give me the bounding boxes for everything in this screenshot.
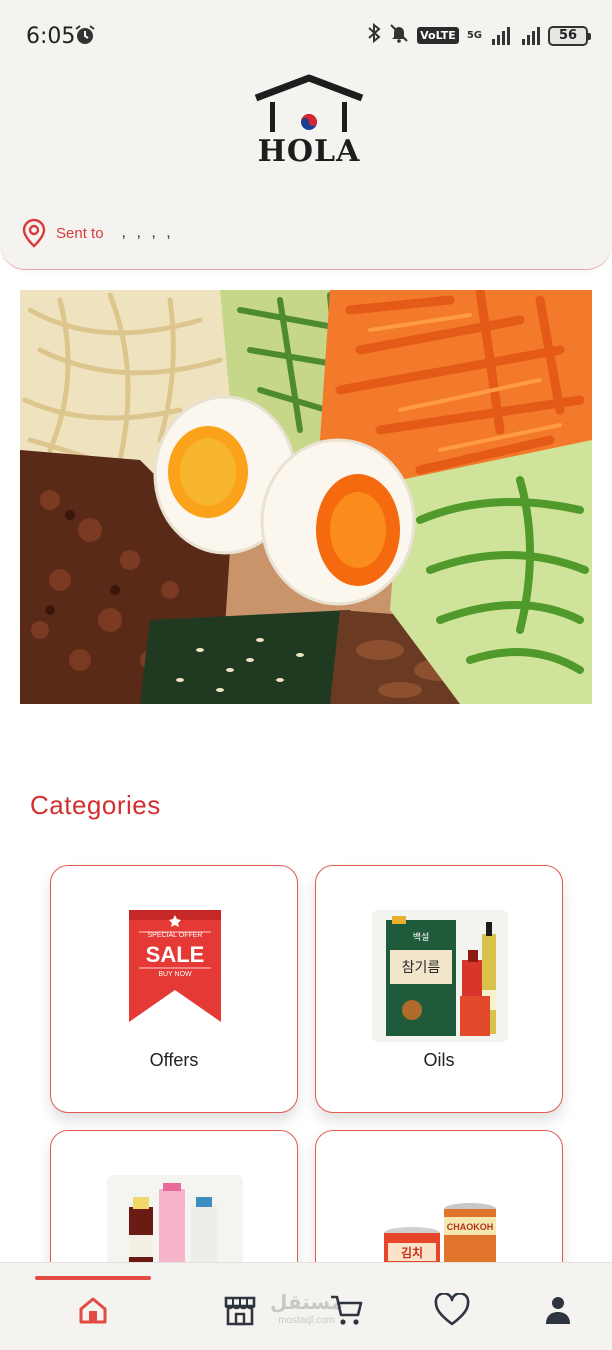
signal-2-icon: [522, 26, 540, 45]
brand-name: HOLA: [257, 134, 361, 169]
battery-icon: 56: [548, 25, 591, 46]
oil-bottles-image: 백설 참기름: [372, 910, 508, 1042]
hero-banner-image[interactable]: [20, 290, 592, 704]
delivery-location[interactable]: Sent to , , , ,: [22, 218, 174, 248]
alarm-icon: [74, 24, 96, 51]
app-screen: 6:05 VoLTE 5G 56 HOLA Sent to , , , , Ca…: [0, 0, 612, 1350]
user-icon: [546, 1297, 570, 1324]
sent-to-label: Sent to: [56, 224, 104, 242]
nav-cart[interactable]: [327, 1290, 367, 1330]
home-icon: [79, 1297, 107, 1324]
status-time: 6:05: [26, 24, 76, 49]
location-pin-icon: [22, 218, 46, 248]
category-label-offers: Offers: [149, 1050, 199, 1070]
oil-label-line2: 참기름: [402, 960, 441, 976]
offer-main-text: SALE: [146, 942, 205, 967]
offer-top-text: SPECIAL OFFER: [148, 932, 203, 939]
can-brand-text: CHAOKOH: [447, 1222, 494, 1232]
nav-profile[interactable]: [538, 1290, 578, 1330]
signal-1-icon: [492, 26, 510, 45]
battery-level: 56: [558, 28, 578, 43]
heart-icon: [434, 1293, 470, 1326]
oil-label-line1: 백설: [413, 932, 430, 943]
category-card-offers[interactable]: SPECIAL OFFER SALE BUY NOW Offers: [50, 865, 298, 1113]
cart-icon: [331, 1295, 363, 1325]
nav-home[interactable]: [73, 1290, 113, 1330]
offer-bottom-text: BUY NOW: [158, 971, 192, 978]
bibimbap-image: [20, 290, 592, 704]
status-bar: 6:05 VoLTE 5G 56: [0, 18, 612, 54]
bluetooth-icon: [367, 22, 381, 48]
category-card-oils[interactable]: 백설 참기름 Oils: [315, 865, 563, 1113]
header: 6:05 VoLTE 5G 56 HOLA Sent to , , , ,: [0, 0, 612, 270]
nav-favorites[interactable]: [432, 1290, 472, 1330]
mute-bell-icon: [389, 23, 409, 48]
volte-badge: VoLTE: [417, 27, 459, 44]
category-label-oils: Oils: [423, 1050, 455, 1070]
status-icons: VoLTE 5G 56: [367, 22, 591, 48]
sale-ribbon-image: SPECIAL OFFER SALE BUY NOW: [129, 910, 221, 1022]
store-icon: [224, 1296, 256, 1326]
categories-title: Categories: [30, 790, 161, 820]
nav-store[interactable]: [220, 1290, 260, 1330]
network-type: 5G: [466, 29, 482, 41]
nav-active-indicator: [35, 1276, 151, 1280]
can-kimchi-text: 김치: [401, 1245, 423, 1260]
sent-to-value: , , , ,: [121, 224, 174, 241]
